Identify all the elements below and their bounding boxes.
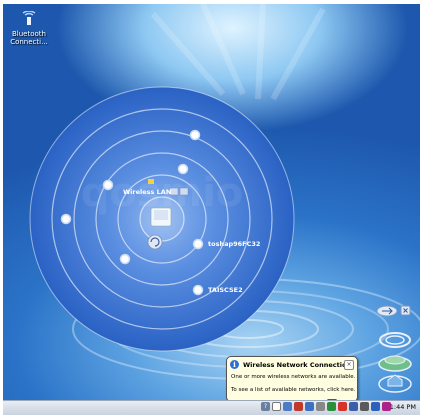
no-entry-icon[interactable] bbox=[338, 402, 347, 411]
center-device[interactable] bbox=[150, 207, 172, 227]
balloon-message: One or more wireless networks are availa… bbox=[231, 374, 356, 380]
radar-node[interactable] bbox=[102, 179, 114, 191]
security-icon[interactable] bbox=[294, 402, 303, 411]
balloon-action-link[interactable]: To see a list of available networks, cli… bbox=[231, 387, 355, 393]
taskbar: ? 1:44 PM bbox=[3, 400, 420, 415]
wireless-radar: qosmio Wireless LAN toshap96FC32 TAISCSE… bbox=[27, 84, 297, 358]
radar-node[interactable] bbox=[60, 213, 72, 225]
layer-ring-button[interactable] bbox=[379, 332, 411, 348]
map-view-button[interactable] bbox=[378, 355, 412, 372]
swap-button[interactable] bbox=[376, 305, 398, 317]
network-node-toshap96FC32[interactable] bbox=[192, 238, 204, 250]
bluetooth-icon-label-line2: Connecti... bbox=[10, 38, 48, 46]
system-tray: ? bbox=[261, 402, 391, 411]
side-control-panel bbox=[376, 305, 412, 393]
network-label-1[interactable]: toshap96FC32 bbox=[208, 240, 260, 248]
refresh-button[interactable] bbox=[147, 234, 163, 250]
battery-icon[interactable] bbox=[327, 402, 336, 411]
balloon-close-button[interactable]: × bbox=[344, 360, 354, 370]
balloon-title: Wireless Network Connection bbox=[243, 361, 352, 369]
bluetooth-icon-label-line1: Bluetooth bbox=[12, 30, 46, 38]
wireless-icon[interactable] bbox=[349, 402, 358, 411]
volume-icon[interactable] bbox=[272, 402, 281, 411]
home-button[interactable] bbox=[378, 374, 412, 393]
info-icon: i bbox=[230, 360, 239, 369]
help-icon[interactable]: ? bbox=[261, 402, 270, 411]
bluetooth-tray-icon[interactable] bbox=[371, 402, 380, 411]
monitor-icon[interactable] bbox=[305, 402, 314, 411]
display-icon[interactable] bbox=[360, 402, 369, 411]
clock[interactable]: 1:44 PM bbox=[390, 403, 416, 411]
radar-node[interactable] bbox=[177, 163, 189, 175]
network-node-TAISCSE2[interactable] bbox=[192, 284, 204, 296]
radar-node[interactable] bbox=[119, 253, 131, 265]
network-icon[interactable] bbox=[283, 402, 292, 411]
wireless-notification-balloon[interactable]: i Wireless Network Connection × One or m… bbox=[226, 356, 358, 402]
radar-center-label: Wireless LAN bbox=[123, 188, 172, 196]
radar-node[interactable] bbox=[189, 129, 201, 141]
bluetooth-icon bbox=[22, 10, 36, 25]
power-icon[interactable] bbox=[316, 402, 325, 411]
close-panel-button[interactable] bbox=[400, 305, 411, 316]
bluetooth-desktop-icon[interactable]: Bluetooth Connecti... bbox=[7, 10, 51, 46]
network-label-2[interactable]: TAISCSE2 bbox=[208, 286, 243, 294]
desktop-background: Bluetooth Connecti... qosmio Wireless LA… bbox=[3, 4, 420, 400]
